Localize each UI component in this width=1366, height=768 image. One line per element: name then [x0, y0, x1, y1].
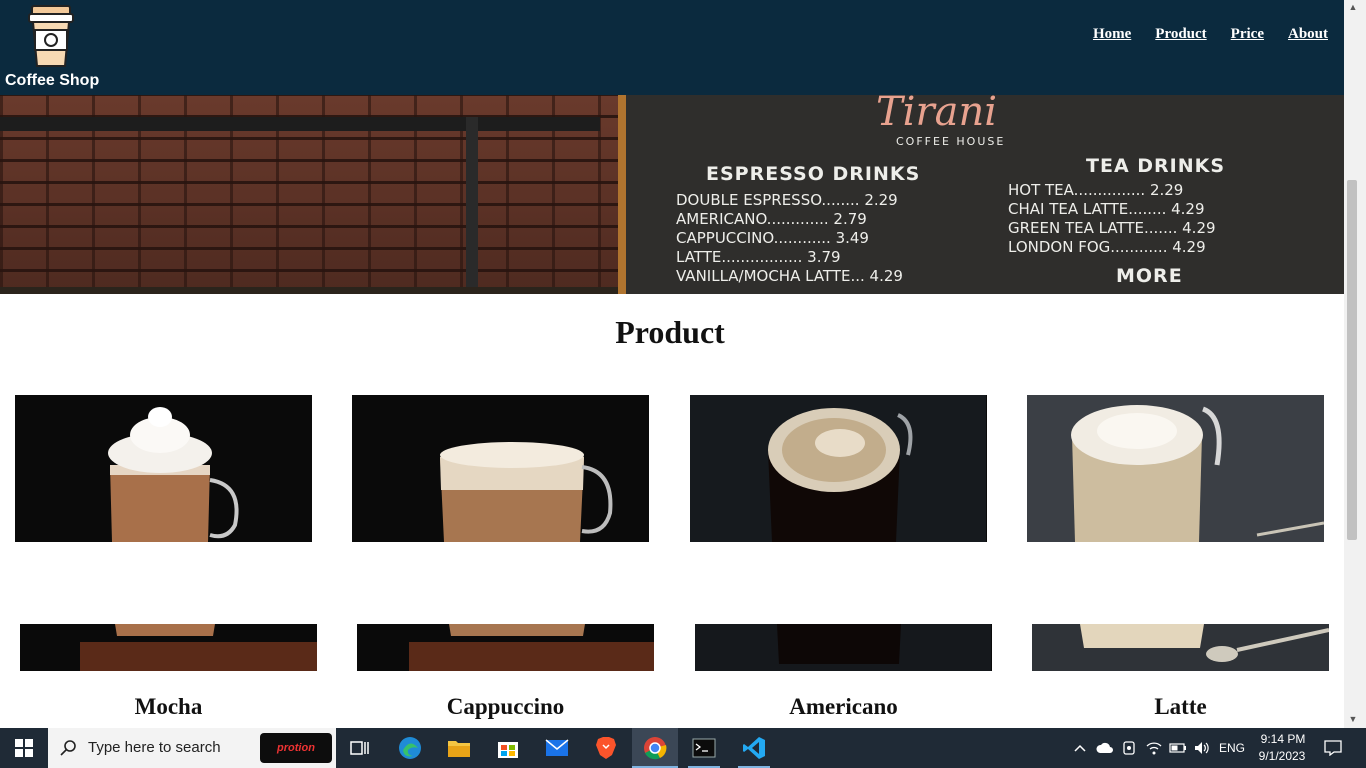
scrollbar-thumb[interactable] — [1347, 180, 1357, 540]
cappuccino-image[interactable] — [352, 395, 649, 542]
espresso-item: DOUBLE ESPRESSO........ 2.29 — [676, 191, 898, 209]
mail-icon[interactable] — [537, 728, 577, 768]
battery-icon[interactable] — [1167, 728, 1189, 768]
chrome-icon[interactable] — [632, 728, 678, 768]
board-title: Tirani — [876, 95, 997, 135]
tea-item: LONDON FOG............ 4.29 — [1008, 238, 1206, 256]
latte-image-bottom[interactable] — [1032, 624, 1329, 671]
file-explorer-icon[interactable] — [439, 728, 479, 768]
microsoft-store-icon[interactable] — [488, 728, 528, 768]
espresso-item: LATTE................. 3.79 — [676, 248, 841, 266]
product-section-title: Product — [615, 314, 725, 350]
product-name-mocha: Mocha — [134, 694, 203, 719]
menu-chalkboard: Tirani COFFEE HOUSE ESPRESSO DRINKS DOUB… — [618, 95, 1344, 294]
onedrive-cloud-icon[interactable] — [1094, 728, 1116, 768]
windows-start-icon[interactable] — [0, 728, 48, 768]
americano-image-bottom[interactable] — [695, 624, 992, 671]
board-subtitle: COFFEE HOUSE — [896, 135, 1006, 148]
brand-name: Coffee Shop — [5, 72, 100, 89]
edge-browser-icon[interactable] — [390, 728, 430, 768]
tea-item: GREEN TEA LATTE....... 4.29 — [1008, 219, 1216, 237]
tea-heading: TEA DRINKS — [1086, 155, 1226, 177]
search-promo-badge[interactable]: protion — [260, 733, 332, 763]
nav-home-link[interactable]: Home — [1093, 26, 1131, 43]
hero-banner-image: Tirani COFFEE HOUSE ESPRESSO DRINKS DOUB… — [0, 95, 1344, 294]
nav-product-link[interactable]: Product — [1155, 26, 1206, 43]
product-name-latte: Latte — [1154, 694, 1207, 719]
meet-now-icon[interactable] — [1119, 728, 1139, 768]
tea-item: CHAI TEA LATTE........ 4.29 — [1008, 200, 1205, 218]
wifi-icon[interactable] — [1143, 728, 1165, 768]
main-nav: Home Product Price About — [1093, 26, 1328, 43]
mocha-mug-image — [15, 395, 312, 542]
americano-image[interactable] — [690, 395, 987, 542]
vscode-icon[interactable] — [733, 728, 775, 768]
volume-icon[interactable] — [1191, 728, 1213, 768]
cappuccino-image-bottom[interactable] — [357, 624, 654, 671]
cappuccino-saucer-image — [357, 624, 654, 671]
site-header: Coffee Shop Home Product Price About — [0, 0, 1344, 95]
espresso-item: CAPPUCCINO............ 3.49 — [676, 229, 869, 247]
shelf — [0, 117, 600, 131]
coffee-cup-logo-icon[interactable] — [26, 4, 76, 70]
search-placeholder: Type here to search — [88, 739, 221, 756]
latte-mug-image — [1027, 395, 1324, 542]
counter-edge — [0, 287, 620, 294]
product-name-cappuccino: Cappuccino — [446, 694, 565, 719]
language-indicator[interactable]: ENG — [1219, 741, 1245, 755]
mocha-saucer-image — [20, 624, 317, 671]
americano-mug-image — [690, 395, 986, 542]
scroll-up-icon[interactable]: ▲ — [1348, 2, 1358, 12]
mocha-image[interactable] — [15, 395, 312, 542]
brave-browser-icon[interactable] — [586, 728, 626, 768]
latte-image[interactable] — [1027, 395, 1324, 542]
pipe — [466, 117, 478, 294]
tea-item: HOT TEA............... 2.29 — [1008, 181, 1184, 199]
show-hidden-icons-icon[interactable] — [1070, 728, 1090, 768]
cappuccino-mug-image — [352, 395, 649, 542]
nav-price-link[interactable]: Price — [1231, 26, 1264, 43]
search-icon — [60, 740, 76, 756]
clock-time[interactable]: 9:14 PM — [1258, 732, 1308, 746]
clock-date[interactable]: 9/1/2023 — [1254, 749, 1310, 763]
espresso-item: VANILLA/MOCHA LATTE... 4.29 — [676, 267, 903, 285]
espresso-heading: ESPRESSO DRINKS — [706, 163, 921, 185]
task-view-icon[interactable] — [340, 728, 380, 768]
mocha-image-bottom[interactable] — [20, 624, 317, 671]
notification-center-icon[interactable] — [1318, 728, 1348, 768]
latte-spoon-image — [1032, 624, 1329, 671]
americano-base-image — [695, 624, 991, 671]
espresso-item: AMERICANO............. 2.79 — [676, 210, 867, 228]
nav-about-link[interactable]: About — [1288, 26, 1328, 43]
more-heading: MORE — [1116, 265, 1183, 287]
terminal-icon[interactable] — [684, 728, 724, 768]
taskbar-search-box[interactable]: Type here to search protion — [48, 728, 336, 768]
windows-taskbar: Type here to search protion ENG 9:14 PM … — [0, 728, 1366, 768]
product-name-americano: Americano — [789, 694, 898, 719]
scroll-down-icon[interactable]: ▼ — [1348, 714, 1358, 724]
